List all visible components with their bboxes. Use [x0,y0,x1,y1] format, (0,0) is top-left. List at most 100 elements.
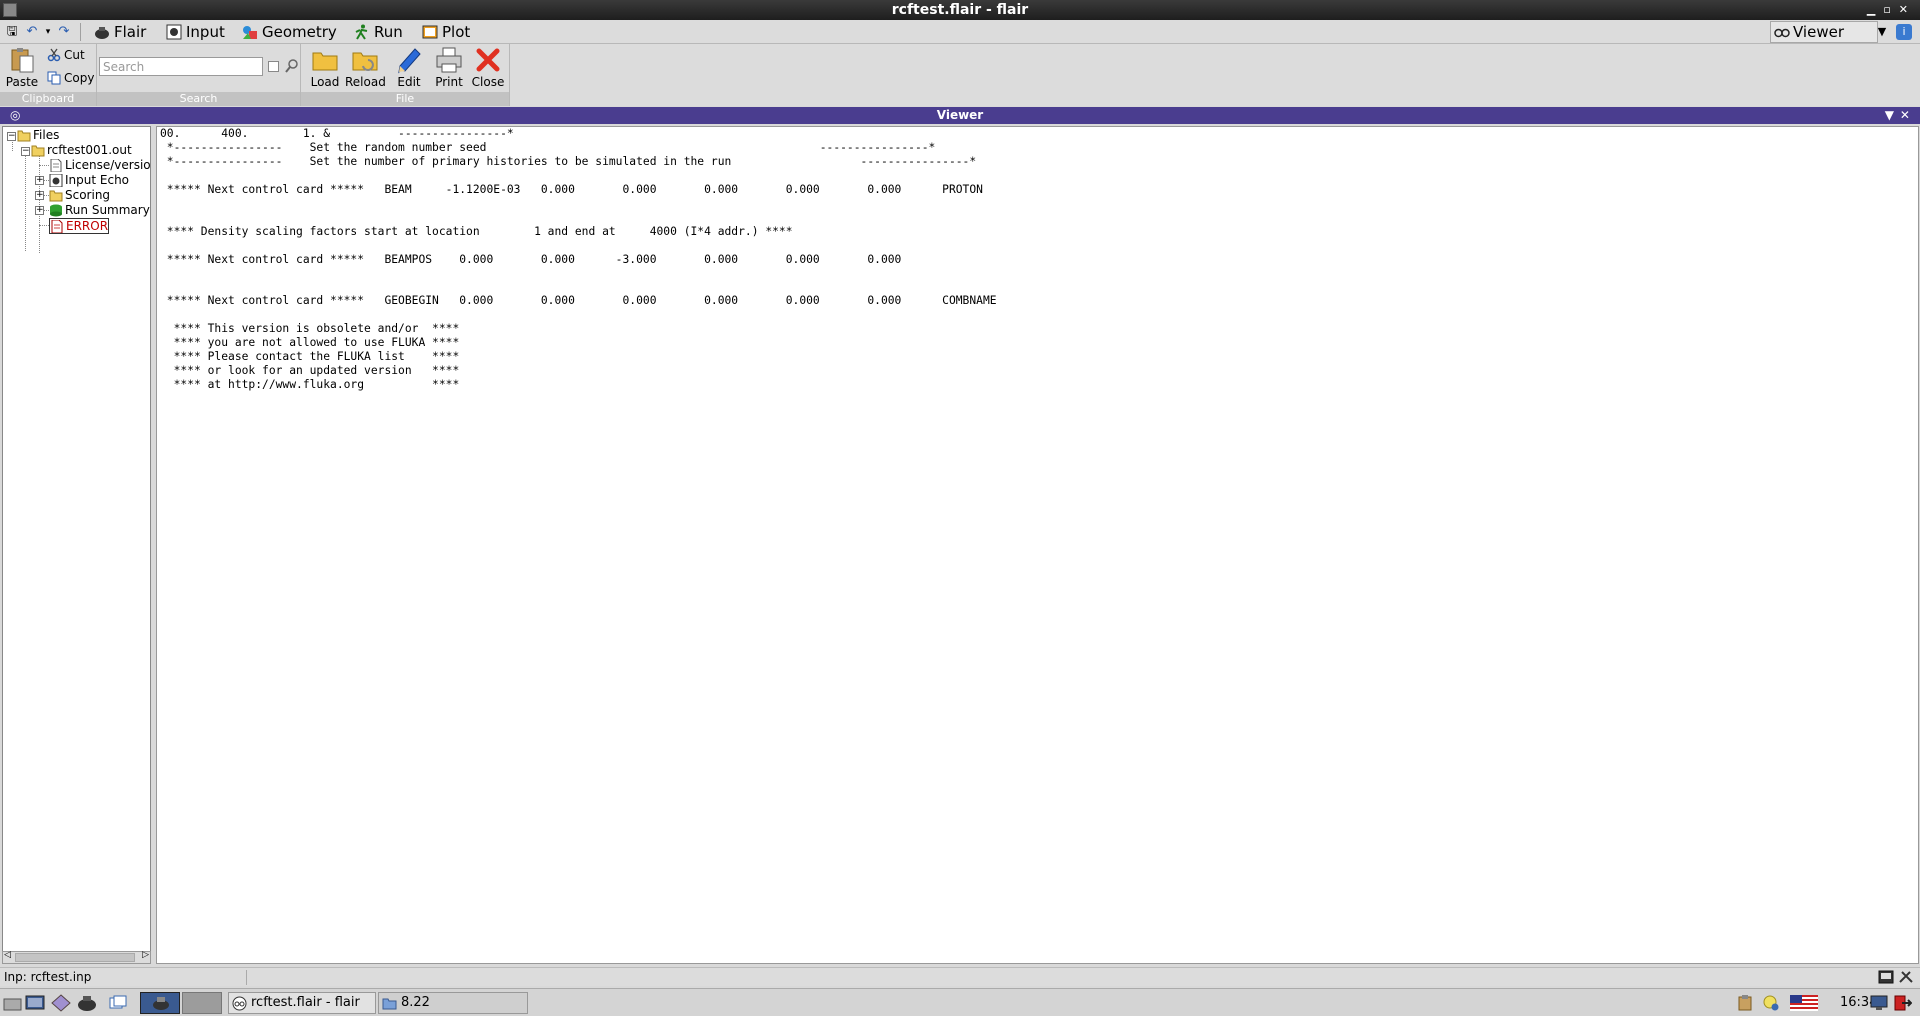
logout-icon[interactable] [1894,995,1912,1011]
menu-flair[interactable]: Flair [92,22,146,42]
paste-icon [11,48,34,73]
menu-run[interactable]: Run [352,22,403,42]
tree-expand-input-echo[interactable]: + [35,176,44,185]
flair-icon [153,997,169,1010]
reload-button[interactable]: Reload [345,46,386,92]
scrollbar-thumb[interactable] [15,953,135,962]
output-line: **** Density scaling factors start at lo… [160,224,793,238]
task-flair-window[interactable]: rcftest.flair - flair [228,992,376,1014]
scroll-left-icon[interactable]: ◁ [4,950,11,960]
output-text-view[interactable]: 00. 400. 1. & ----------------* *-------… [156,126,1919,964]
output-line: ***** Next control card ***** BEAMPOS 0.… [160,252,902,266]
window-menu-icon[interactable] [3,3,17,17]
clipboard-tray-icon[interactable] [1736,995,1754,1011]
file-tree: − Files − rcftest001.out License/version… [2,126,151,964]
document-icon [50,159,62,172]
search-input[interactable] [99,57,263,76]
chevron-down-icon[interactable]: ▾ [40,24,56,40]
paste-button[interactable]: Paste [2,46,42,92]
search-option-checkbox[interactable] [268,61,279,72]
tools-icon[interactable] [1898,970,1914,984]
workspace-1[interactable] [140,992,180,1014]
output-text: 00. 400. 1. & ----------------* *-------… [160,127,997,392]
show-desktop-icon[interactable] [3,994,23,1012]
file-group: Load Reload Edit Print Close File [301,44,510,106]
close-button[interactable]: Close [468,46,508,92]
tree-collapse-file[interactable]: − [21,147,30,156]
terminal-icon[interactable] [1878,970,1894,984]
menu-plot[interactable]: Plot [420,22,470,42]
tree-expand-scoring[interactable]: + [35,191,44,200]
folder-icon [49,190,63,202]
ribbon: Paste Cut Copy Clipboard Search Load Rel… [0,44,1920,106]
window-title-bar: rcftest.flair - flair ▁▫✕ [0,0,1920,20]
monitor-tray-icon[interactable] [1870,995,1888,1011]
menu-input[interactable]: Input [164,22,225,42]
undo-icon[interactable]: ↶ [24,24,40,40]
chevron-down-icon[interactable]: ▼ [1874,24,1890,40]
viewer-controls[interactable]: ▼✕ [1885,107,1916,124]
terminal-icon[interactable] [25,994,45,1012]
file-group-label: File [301,92,509,106]
copy-button[interactable]: Copy [46,69,94,87]
close-icon [476,48,500,72]
clipboard-group: Paste Cut Copy Clipboard [0,44,97,106]
folder-open-icon [31,145,45,157]
tree-item-error[interactable]: ERROR [49,218,109,234]
output-line: *---------------- Set the number of prim… [160,154,977,168]
document-icon [51,220,63,233]
load-button[interactable]: Load [305,46,345,92]
menu-geometry[interactable]: Geometry [240,22,337,42]
folder-icon [312,52,338,71]
tree-expand-run-summary[interactable]: + [35,206,44,215]
pin-icon[interactable]: ◎ [10,107,20,124]
us-flag-icon[interactable] [1790,995,1818,1011]
search-icon[interactable] [284,58,300,74]
cut-button[interactable]: Cut [46,46,85,64]
scroll-right-icon[interactable]: ▷ [142,950,149,960]
windows-icon[interactable] [108,994,128,1012]
pencil-icon [398,48,421,74]
notification-icon[interactable] [1762,995,1780,1011]
folder-icon [382,998,397,1010]
workspace-2[interactable] [182,992,222,1014]
tab-viewer[interactable]: Viewer [1770,21,1878,43]
output-line: ***** Next control card ***** GEOBEGIN 0… [160,294,997,308]
input-icon [49,174,63,187]
scissors-icon [47,48,61,62]
copy-icon [47,71,61,85]
save-icon[interactable]: 🖫 [4,24,20,40]
print-button[interactable]: Print [429,46,469,92]
output-line: ***** Next control card ***** BEAM -1.12… [160,182,983,196]
printer-icon [436,47,462,73]
output-line: **** at http://www.fluka.org **** [160,378,460,392]
window-controls[interactable]: ▁▫✕ [1867,0,1916,20]
help-icon[interactable]: i [1896,24,1912,40]
glasses-icon [1774,28,1790,38]
redo-icon[interactable]: ↷ [56,24,72,40]
window-title: rcftest.flair - flair [891,2,1029,18]
task-folder-window[interactable]: 8.22 [378,992,528,1014]
output-line: 00. 400. 1. & ----------------* [160,127,514,140]
diamond-icon[interactable] [51,994,71,1012]
viewer-header: ◎ Viewer ▼✕ [0,107,1920,124]
output-line: *---------------- Set the random number … [160,140,936,154]
tree-collapse-files[interactable]: − [7,132,16,141]
status-text: Inp: rcftest.inp [4,970,92,984]
run-icon [355,24,368,40]
flair-icon[interactable] [77,994,97,1012]
geometry-icon [243,26,257,39]
output-line: **** This version is obsolete and/or ***… [160,322,460,336]
output-line: **** or look for an updated version **** [160,364,460,378]
tree-horizontal-scrollbar[interactable]: ◁ ▷ [2,950,151,964]
output-line: **** you are not allowed to use FLUKA **… [160,336,460,350]
edit-button[interactable]: Edit [389,46,429,92]
plot-icon [422,25,438,39]
